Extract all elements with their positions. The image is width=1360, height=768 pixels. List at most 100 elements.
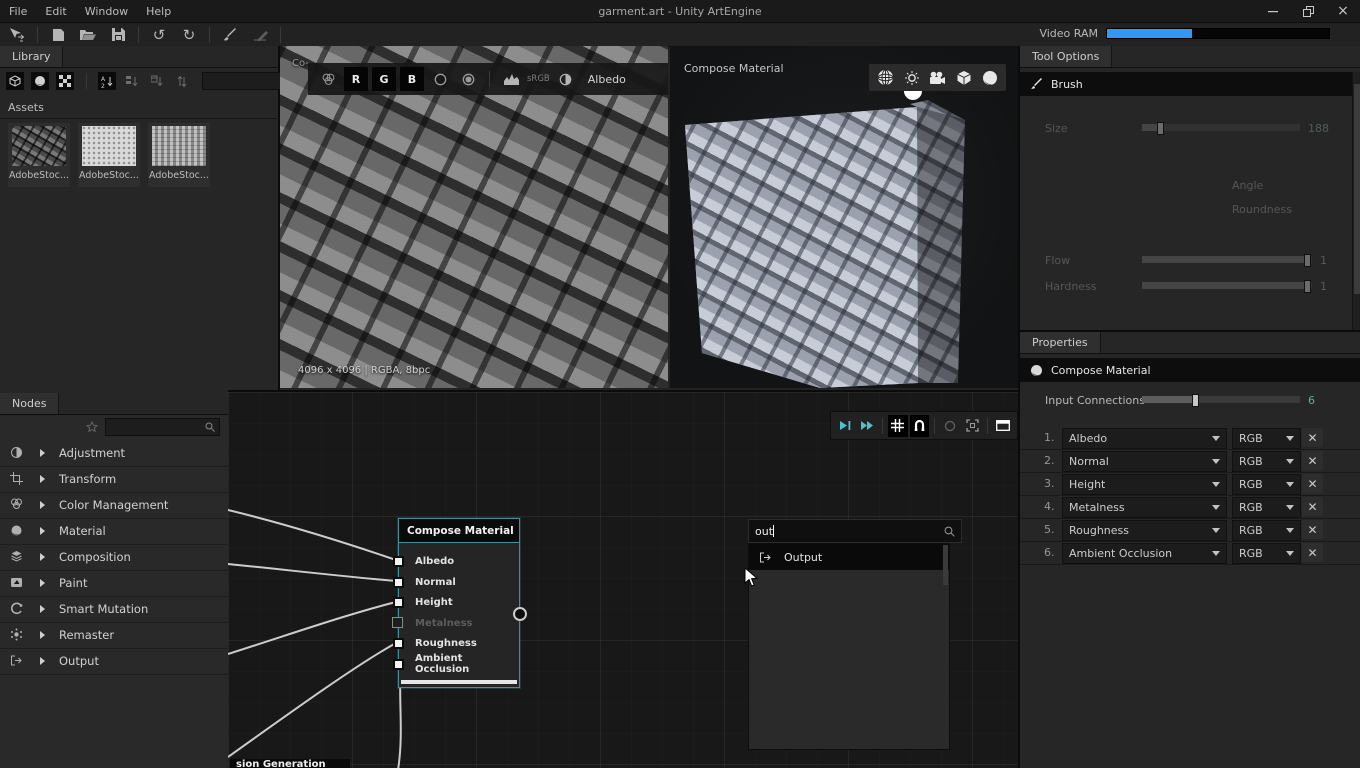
- slider-handle[interactable]: [1304, 254, 1311, 267]
- node-search-input[interactable]: out: [748, 519, 962, 543]
- nodes-category-remaster[interactable]: Remaster: [0, 622, 228, 649]
- environment-button[interactable]: [875, 67, 896, 88]
- viewport-3d[interactable]: Compose Material: [670, 46, 1018, 388]
- sort-by-type-button[interactable]: [123, 72, 141, 90]
- results-scrollbar[interactable]: [943, 545, 948, 585]
- clipped-node-header[interactable]: sion Generation: [230, 759, 350, 768]
- nodes-category-adjustment[interactable]: Adjustment: [0, 440, 228, 467]
- tool-options-scrollbar[interactable]: [1352, 72, 1360, 330]
- input-socket[interactable]: [393, 659, 404, 670]
- nodes-category-material[interactable]: Material: [0, 518, 228, 545]
- slider-handle[interactable]: [1304, 280, 1311, 293]
- open-file-button[interactable]: [75, 25, 101, 45]
- channel-alpha-button[interactable]: [428, 67, 452, 91]
- properties-tab[interactable]: Properties: [1020, 332, 1101, 353]
- material-preview-button[interactable]: [979, 67, 1000, 88]
- filter-textures-button[interactable]: [56, 72, 74, 90]
- expand-arrow-icon[interactable]: [40, 631, 45, 639]
- input-socket[interactable]: [392, 617, 403, 628]
- compose-material-node[interactable]: Compose Material Albedo Normal Height Me…: [398, 518, 520, 688]
- favorites-star-icon[interactable]: [86, 421, 98, 433]
- histogram-button[interactable]: [499, 67, 523, 91]
- nodes-category-output[interactable]: Output: [0, 648, 228, 675]
- channel-mode-dropdown[interactable]: RGB: [1232, 451, 1301, 472]
- lighting-button[interactable]: [901, 67, 922, 88]
- redo-button[interactable]: ↻: [176, 25, 202, 45]
- nodes-search-input[interactable]: [105, 418, 220, 436]
- input-socket[interactable]: [393, 556, 404, 567]
- undo-button[interactable]: ↺: [146, 25, 172, 45]
- filter-materials-button[interactable]: [31, 72, 49, 90]
- channel-b-button[interactable]: B: [400, 67, 424, 91]
- channel-mode-dropdown[interactable]: RGB: [1232, 428, 1301, 449]
- node-graph-canvas[interactable]: Compose Material Albedo Normal Height Me…: [228, 390, 1018, 768]
- library-tab[interactable]: Library: [0, 46, 63, 67]
- channel-mode-dropdown[interactable]: RGB: [1232, 497, 1301, 518]
- channel-mode-dropdown[interactable]: RGB: [1232, 520, 1301, 541]
- new-file-button[interactable]: [45, 25, 71, 45]
- expand-arrow-icon[interactable]: [40, 527, 45, 535]
- connection-map-dropdown[interactable]: Roughness: [1062, 520, 1227, 541]
- remove-connection-button[interactable]: ✕: [1302, 428, 1323, 447]
- node-title[interactable]: Compose Material: [399, 519, 519, 543]
- transform-tool-button[interactable]: [4, 25, 30, 45]
- flow-slider[interactable]: [1142, 256, 1312, 263]
- sort-by-date-button[interactable]: [148, 72, 166, 90]
- menu-file[interactable]: File: [0, 5, 36, 18]
- expand-arrow-icon[interactable]: [40, 657, 45, 665]
- contrast-button[interactable]: [554, 67, 578, 91]
- asset-item[interactable]: AdobeStoc...: [148, 123, 210, 187]
- camera-button[interactable]: [927, 67, 948, 88]
- asset-item[interactable]: AdobeStoc...: [78, 123, 140, 187]
- hardness-slider[interactable]: [1142, 282, 1312, 289]
- geometry-button[interactable]: [953, 67, 974, 88]
- grid-toggle-button[interactable]: [888, 415, 908, 437]
- channel-r-button[interactable]: R: [344, 67, 368, 91]
- input-socket[interactable]: [393, 577, 404, 588]
- render-all-button[interactable]: [857, 415, 877, 437]
- save-button[interactable]: [105, 25, 131, 45]
- eraser-tool-button[interactable]: [247, 25, 273, 45]
- remove-connection-button[interactable]: ✕: [1302, 474, 1323, 493]
- slider-handle[interactable]: [1157, 122, 1164, 135]
- connection-map-dropdown[interactable]: Ambient Occlusion: [1062, 543, 1227, 564]
- expand-arrow-icon[interactable]: [40, 475, 45, 483]
- close-button[interactable]: ×: [1326, 0, 1360, 22]
- input-socket[interactable]: [393, 638, 404, 649]
- brush-section-header[interactable]: Brush: [1020, 72, 1360, 96]
- output-socket[interactable]: [513, 607, 527, 621]
- minimize-button[interactable]: [1256, 0, 1290, 22]
- remove-connection-button[interactable]: ✕: [1302, 451, 1323, 470]
- frame-selection-button[interactable]: [962, 415, 982, 437]
- channel-g-button[interactable]: G: [372, 67, 396, 91]
- input-connections-slider[interactable]: [1142, 396, 1300, 403]
- input-socket[interactable]: [393, 597, 404, 608]
- remove-connection-button[interactable]: ✕: [1302, 543, 1323, 562]
- brush-tool-button[interactable]: [217, 25, 243, 45]
- nodes-category-composition[interactable]: Composition: [0, 544, 228, 571]
- channel-mode-dropdown[interactable]: RGB: [1232, 474, 1301, 495]
- expand-arrow-icon[interactable]: [40, 605, 45, 613]
- asset-item[interactable]: AdobeStoc...: [8, 123, 70, 187]
- menu-help[interactable]: Help: [137, 5, 180, 18]
- channel-mixer-button[interactable]: [316, 67, 340, 91]
- colorspace-label[interactable]: sRGB: [527, 74, 550, 84]
- menu-edit[interactable]: Edit: [36, 5, 75, 18]
- nodes-category-color-management[interactable]: Color Management: [0, 492, 228, 519]
- connection-map-dropdown[interactable]: Height: [1062, 474, 1227, 495]
- layout-panel-button[interactable]: [993, 415, 1013, 437]
- search-result-output[interactable]: Output: [749, 544, 949, 570]
- remove-connection-button[interactable]: ✕: [1302, 497, 1323, 516]
- tool-options-tab[interactable]: Tool Options: [1020, 46, 1112, 67]
- menu-window[interactable]: Window: [76, 5, 137, 18]
- nodes-category-transform[interactable]: Transform: [0, 466, 228, 493]
- size-slider[interactable]: [1142, 124, 1300, 131]
- viewport-2d[interactable]: Co- R G B sRGB Albedo: [280, 46, 668, 388]
- preview-quality-button[interactable]: [940, 415, 960, 437]
- nodes-tab[interactable]: Nodes: [0, 393, 59, 414]
- expand-arrow-icon[interactable]: [40, 579, 45, 587]
- expand-arrow-icon[interactable]: [40, 501, 45, 509]
- map-selector-dropdown[interactable]: Albedo: [582, 68, 668, 90]
- snap-toggle-button[interactable]: [910, 415, 930, 437]
- connection-map-dropdown[interactable]: Normal: [1062, 451, 1227, 472]
